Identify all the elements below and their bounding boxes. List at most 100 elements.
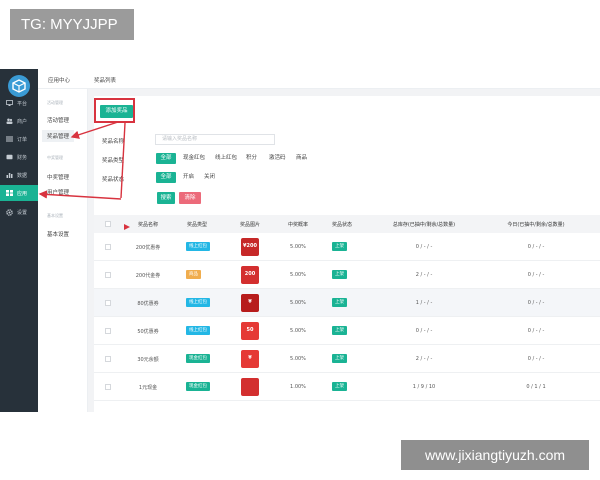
list-icon [5, 136, 13, 143]
status-chip-on[interactable]: 开启 [183, 172, 194, 183]
sidebar-item-label: 设置 [17, 209, 28, 216]
prize-image-text: 200 [244, 271, 256, 277]
prize-image: ¥ [241, 350, 259, 368]
prize-image: 200 [241, 266, 259, 284]
type-chip-code[interactable]: 激活码 [269, 153, 286, 164]
status-chip-all[interactable]: 全部 [156, 172, 176, 183]
today-stock: 0 / - / - [527, 356, 545, 362]
win-rate: 5.00% [290, 244, 306, 250]
app-window: 平台 商户 订单 财务 数据 应用 设置 活动管理 活动管理 奖品管理 中奖管理… [0, 69, 600, 412]
monitor-icon [5, 100, 13, 107]
table-row[interactable]: 1元现金 现金红包 1.00% 上架 1 / 9 / 10 0 / 1 / 1 [94, 373, 600, 401]
column-header: 奖品状态 [331, 222, 352, 228]
sub-item-users[interactable]: 用户管理 [47, 188, 69, 196]
prize-name-label: 奖品名称 [102, 139, 125, 145]
column-header: 今日(已抽中/剩余/总数量) [507, 222, 565, 228]
prize-type-badge: 现金红包 [186, 382, 210, 391]
total-stock: 2 / - / - [415, 356, 433, 362]
cube-icon[interactable] [8, 75, 30, 97]
prize-status-label: 奖品状态 [102, 177, 125, 183]
prize-type-badge: 商品 [186, 270, 201, 279]
table-row[interactable]: 30元余额 现金红包 ¥ 5.00% 上架 2 / - / - 0 / - / … [94, 345, 600, 373]
chart-icon [5, 172, 13, 179]
add-prize-button[interactable]: 添加奖品 [100, 105, 133, 118]
win-rate: 5.00% [290, 356, 306, 362]
today-stock: 0 / - / - [527, 300, 545, 306]
row-checkbox[interactable] [105, 300, 111, 306]
prize-name-input[interactable]: 请输入奖品名称 [155, 134, 275, 145]
topbar: 应用中心 奖品列表 [38, 69, 600, 89]
prize-name: 200优惠券 [135, 245, 161, 251]
tg-badge: TG: MYYJJPP [10, 9, 134, 40]
sub-group-title: 基本设置 [47, 213, 63, 218]
table-row[interactable]: 200代金券 商品 200 5.00% 上架 2 / - / - 0 / - /… [94, 261, 600, 289]
prize-type-label: 奖品类型 [102, 158, 125, 164]
sidebar-item-data[interactable]: 数据 [0, 167, 38, 183]
row-checkbox[interactable] [105, 244, 111, 250]
sidebar-item-merchant[interactable]: 商户 [0, 113, 38, 129]
today-stock: 0 / 1 / 1 [526, 384, 546, 390]
breadcrumb-app-center[interactable]: 应用中心 [48, 76, 70, 84]
column-header: 奖品名称 [137, 222, 158, 228]
column-header: 奖品类型 [186, 222, 207, 228]
sub-group-title: 中奖管理 [47, 155, 63, 160]
sub-item-prize[interactable]: 奖品管理 [42, 130, 75, 142]
clear-button[interactable]: 清除 [179, 192, 201, 204]
sidebar-item-label: 订单 [17, 136, 28, 143]
type-chip-points[interactable]: 积分 [246, 153, 257, 164]
prize-image: ¥ [241, 294, 259, 312]
win-rate: 1.00% [290, 384, 306, 390]
sidebar-item-apps[interactable]: 应用 [0, 185, 38, 201]
prize-image-text: ¥ [248, 299, 252, 305]
prize-image [241, 378, 259, 396]
prize-type-badge: 线上红包 [186, 242, 210, 251]
status-badge: 上架 [332, 270, 347, 279]
total-stock: 2 / - / - [415, 272, 433, 278]
row-checkbox[interactable] [105, 328, 111, 334]
sub-item-basic-settings[interactable]: 基本设置 [47, 230, 69, 238]
prize-type-badge: 线上红包 [186, 326, 210, 335]
prize-image-text: 50 [246, 327, 254, 333]
table-row[interactable]: 50优惠券 线上红包 50 5.00% 上架 0 / - / - 0 / - /… [94, 317, 600, 345]
sub-sidebar: 活动管理 活动管理 奖品管理 中奖管理 中奖管理 用户管理 基本设置 基本设置 [38, 69, 88, 412]
prize-list-card: 添加奖品 奖品名称 请输入奖品名称 奖品类型 全部 现金红包 线上红包 积分 激… [94, 96, 600, 412]
today-stock: 0 / - / - [527, 272, 545, 278]
table-row[interactable]: 200优惠券 线上红包 ¥200 5.00% 上架 0 / - / - 0 / … [94, 233, 600, 261]
sidebar-item-label: 数据 [17, 172, 28, 179]
sidebar-item-finance[interactable]: 财务 [0, 149, 38, 165]
table-header: 奖品名称 奖品类型 奖品图片 中奖概率 奖品状态 总库存(已抽中/剩余/总数量)… [94, 215, 600, 233]
type-chip-online[interactable]: 线上红包 [215, 153, 237, 164]
apps-icon [5, 190, 13, 197]
select-all-checkbox[interactable] [105, 221, 111, 227]
main-sidebar: 平台 商户 订单 财务 数据 应用 设置 [0, 69, 38, 412]
sub-group-title: 活动管理 [47, 100, 63, 105]
prize-image-text: ¥200 [243, 243, 257, 249]
today-stock: 0 / - / - [527, 328, 545, 334]
type-chip-all[interactable]: 全部 [156, 153, 176, 164]
watermark: www.jixiangtiyuzh.com [401, 440, 589, 470]
status-badge: 上架 [332, 382, 347, 391]
total-stock: 0 / - / - [415, 244, 433, 250]
status-chip-off[interactable]: 关闭 [204, 172, 215, 183]
type-chip-goods[interactable]: 商品 [296, 153, 307, 164]
sub-item-activity[interactable]: 活动管理 [47, 116, 69, 124]
sub-item-winning[interactable]: 中奖管理 [47, 173, 69, 181]
type-chip-cash[interactable]: 现金红包 [183, 153, 205, 164]
sidebar-item-settings[interactable]: 设置 [0, 204, 38, 220]
search-button[interactable]: 搜索 [157, 192, 175, 204]
prize-name: 80优惠券 [137, 301, 159, 307]
sidebar-item-platform[interactable]: 平台 [0, 95, 38, 111]
status-badge: 上架 [332, 326, 347, 335]
row-checkbox[interactable] [105, 272, 111, 278]
table-row[interactable]: 80优惠券 线上红包 ¥ 5.00% 上架 1 / - / - 0 / - / … [94, 289, 600, 317]
sidebar-item-label: 财务 [17, 154, 28, 161]
prize-name: 1元现金 [138, 385, 158, 391]
sidebar-item-orders[interactable]: 订单 [0, 131, 38, 147]
row-checkbox[interactable] [105, 356, 111, 362]
prize-image: 50 [241, 322, 259, 340]
column-header: 中奖概率 [287, 222, 308, 228]
prize-type-badge: 现金红包 [186, 354, 210, 363]
row-checkbox[interactable] [105, 384, 111, 390]
breadcrumb-prize-list[interactable]: 奖品列表 [94, 76, 116, 84]
sidebar-item-label: 应用 [17, 190, 28, 197]
